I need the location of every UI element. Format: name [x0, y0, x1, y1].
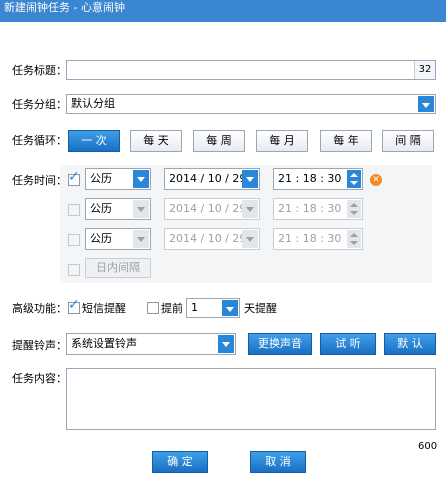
- ok-button[interactable]: 确 定: [152, 451, 208, 473]
- cycle-monthly-button[interactable]: 每 月: [256, 130, 308, 152]
- time-entry-1-checkbox[interactable]: ✓: [68, 170, 80, 186]
- ringtone-label: 提醒铃声：: [12, 339, 67, 352]
- remove-time-icon[interactable]: ✕: [370, 174, 382, 186]
- task-title-input[interactable]: 32: [66, 60, 436, 80]
- date-value: 2014 / 10 / 29: [169, 202, 247, 215]
- chevron-down-icon[interactable]: [242, 200, 258, 218]
- cycle-interval-button[interactable]: 间 隔: [382, 130, 434, 152]
- advance-days-value: 1: [191, 301, 198, 314]
- minute-value: 18: [302, 172, 317, 185]
- time-spinner[interactable]: [347, 170, 361, 188]
- cancel-button[interactable]: 取 消: [250, 451, 306, 473]
- advanced-label: 高级功能：: [12, 302, 67, 315]
- cycle-daily-button[interactable]: 每 天: [130, 130, 182, 152]
- sms-reminder-label: 短信提醒: [82, 302, 126, 315]
- spin-down-icon[interactable]: [347, 178, 361, 188]
- listen-button[interactable]: 试 听: [320, 333, 376, 355]
- ringtone-value: 系统设置铃声: [71, 337, 137, 350]
- task-cycle-label: 任务循环：: [12, 134, 67, 147]
- spin-down-icon[interactable]: [347, 208, 361, 218]
- chevron-down-icon[interactable]: [242, 230, 258, 248]
- time-entry-1-calendar-select[interactable]: 公历: [85, 168, 151, 190]
- time-entry-3-checkbox[interactable]: [68, 234, 80, 246]
- time-entry-3-date-picker[interactable]: 2014 / 10 / 29: [164, 228, 260, 250]
- advance-reminder-checkbox[interactable]: [147, 302, 159, 314]
- task-dialog: 新建闹钟任务 - 心意闹钟 任务标题： 32 任务分组： 默认分组 任务循环： …: [0, 0, 446, 485]
- time-spinner[interactable]: [347, 200, 361, 218]
- time-entry-3-time-input[interactable]: 21 : 18 : 30: [273, 228, 363, 250]
- date-value: 2014 / 10 / 29: [169, 172, 247, 185]
- task-time-label: 任务时间：: [12, 174, 67, 187]
- time-spinner[interactable]: [347, 230, 361, 248]
- time-entry-1-time-input[interactable]: 21 : 18 : 30: [273, 168, 363, 190]
- hour-value: 21: [278, 172, 292, 185]
- advance-days-suffix: 天提醒: [244, 302, 277, 315]
- title-char-limit: 32: [414, 61, 435, 79]
- time-entry-2-time-input[interactable]: 21 : 18 : 30: [273, 198, 363, 220]
- cycle-weekly-button[interactable]: 每 周: [193, 130, 245, 152]
- cycle-once-button[interactable]: 一 次: [68, 130, 120, 152]
- time-entry-2-date-picker[interactable]: 2014 / 10 / 29: [164, 198, 260, 220]
- chevron-down-icon[interactable]: [418, 96, 434, 112]
- task-title-label: 任务标题：: [12, 64, 67, 77]
- minute-value: 18: [302, 202, 317, 215]
- second-value: 30: [327, 232, 342, 245]
- interval-checkbox[interactable]: [68, 264, 80, 276]
- chevron-down-icon[interactable]: [133, 200, 149, 218]
- hour-value: 21: [278, 232, 292, 245]
- hour-value: 21: [278, 202, 292, 215]
- second-value: 30: [327, 172, 342, 185]
- spin-down-icon[interactable]: [347, 238, 361, 248]
- content-char-limit: 600: [418, 441, 438, 452]
- window-title: 新建闹钟任务 - 心意闹钟: [0, 0, 446, 22]
- time-entry-1-date-picker[interactable]: 2014 / 10 / 29: [164, 168, 260, 190]
- chevron-down-icon[interactable]: [222, 300, 238, 316]
- time-entry-2-checkbox[interactable]: [68, 204, 80, 216]
- minute-value: 18: [302, 232, 317, 245]
- calendar-value: 公历: [90, 202, 112, 215]
- sms-reminder-checkbox[interactable]: ✓: [68, 298, 80, 314]
- checkmark-icon: ✓: [68, 169, 80, 185]
- default-sound-button[interactable]: 默 认: [384, 333, 436, 355]
- intraday-interval-button[interactable]: 日内间隔: [85, 258, 151, 278]
- calendar-value: 公历: [90, 232, 112, 245]
- checkmark-icon: ✓: [68, 297, 80, 313]
- ringtone-select[interactable]: 系统设置铃声: [66, 333, 236, 355]
- cycle-yearly-button[interactable]: 每 年: [320, 130, 372, 152]
- task-content-label: 任务内容：: [12, 372, 67, 385]
- task-group-label: 任务分组：: [12, 98, 67, 111]
- change-sound-button[interactable]: 更换声音: [248, 333, 312, 355]
- calendar-value: 公历: [90, 172, 112, 185]
- date-value: 2014 / 10 / 29: [169, 232, 247, 245]
- chevron-down-icon[interactable]: [133, 170, 149, 188]
- advance-days-select[interactable]: 1: [186, 298, 240, 318]
- chevron-down-icon[interactable]: [133, 230, 149, 248]
- time-entry-2-calendar-select[interactable]: 公历: [85, 198, 151, 220]
- chevron-down-icon[interactable]: [218, 335, 234, 353]
- chevron-down-icon[interactable]: [242, 170, 258, 188]
- task-group-select[interactable]: 默认分组: [66, 94, 436, 114]
- task-content-textarea[interactable]: [66, 368, 436, 430]
- advance-reminder-label: 提前: [161, 302, 183, 315]
- task-group-value: 默认分组: [71, 97, 115, 110]
- time-entry-3-calendar-select[interactable]: 公历: [85, 228, 151, 250]
- second-value: 30: [327, 202, 342, 215]
